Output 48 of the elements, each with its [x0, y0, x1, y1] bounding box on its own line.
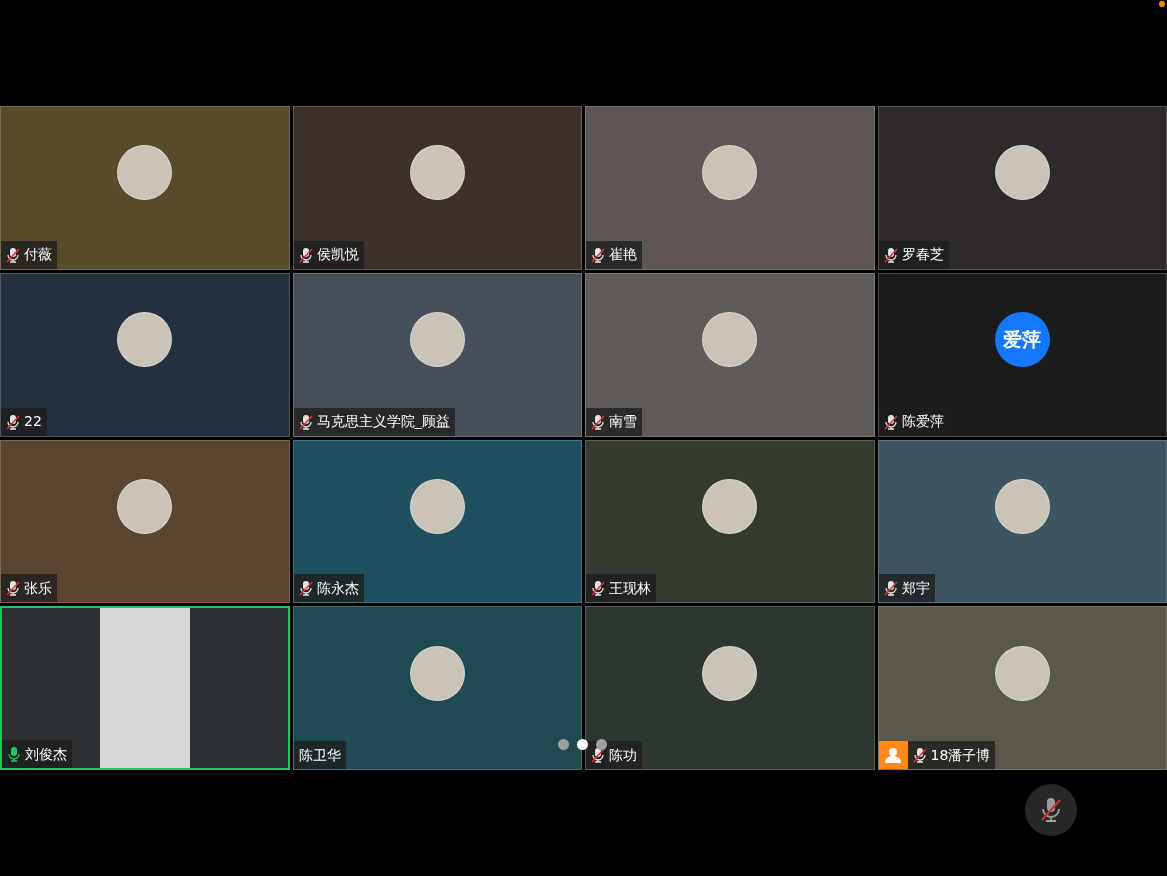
name-label: 南雪 [586, 407, 642, 436]
name-label: 侯凯悦 [293, 240, 364, 269]
muted-mic-icon [883, 246, 898, 263]
participant-tile[interactable]: 陈功 [585, 606, 875, 770]
participant-tile[interactable]: 刘俊杰 [0, 606, 290, 770]
participant-tile[interactable]: 陈永杰 [292, 439, 582, 604]
muted-mic-icon [591, 246, 605, 263]
participant-tile[interactable]: 张乐 [0, 439, 290, 604]
muted-mic-icon [591, 580, 605, 597]
mic-icon [7, 746, 21, 762]
participant-tile[interactable]: 侯凯悦 [292, 106, 582, 270]
name-label: 陈功 [586, 741, 642, 769]
muted-mic-icon [591, 413, 605, 430]
name-label: 王现林 [586, 574, 656, 603]
participant-tile[interactable]: 付薇 [0, 106, 290, 270]
participant-tile[interactable]: 爱萍 陈爱萍 [877, 272, 1167, 437]
participant-tile[interactable]: 马克思主义学院_顾益 [292, 272, 582, 437]
name-label: 刘俊杰 [2, 740, 72, 768]
muted-mic-icon [1040, 797, 1062, 823]
muted-mic-icon [6, 413, 20, 430]
participant-tile[interactable]: 郑宇 [877, 439, 1167, 604]
muted-mic-icon [912, 747, 927, 763]
name-label: 陈卫华 [293, 741, 346, 769]
participant-tile[interactable]: 18潘子博 [877, 606, 1167, 770]
muted-mic-icon [883, 413, 898, 430]
name-label: 付薇 [1, 240, 57, 269]
muted-mic-icon [298, 413, 313, 430]
muted-mic-icon [298, 580, 313, 597]
avatar-initials: 爱萍 [994, 312, 1050, 368]
muted-mic-icon [298, 246, 313, 263]
name-label: 18潘子博 [907, 741, 996, 769]
participant-tile[interactable]: 王现林 [585, 439, 875, 604]
participant-tile[interactable]: 22 [0, 272, 290, 437]
name-label: 郑宇 [878, 574, 935, 603]
name-label: 崔艳 [586, 240, 642, 269]
name-label: 陈永杰 [293, 574, 364, 603]
participant-tile[interactable]: 罗春芝 [877, 106, 1167, 270]
name-label: 张乐 [1, 574, 57, 603]
mute-button[interactable] [1025, 784, 1077, 836]
muted-mic-icon [883, 580, 898, 597]
muted-mic-icon [6, 580, 20, 597]
muted-mic-icon [6, 246, 20, 263]
participant-tile[interactable]: 崔艳 [585, 106, 875, 270]
participant-tile[interactable]: 南雪 [585, 272, 875, 437]
participant-tile[interactable]: 陈卫华 [292, 606, 582, 770]
name-label: 马克思主义学院_顾益 [293, 407, 455, 436]
name-label: 罗春芝 [878, 240, 949, 269]
name-label: 22 [1, 407, 47, 436]
